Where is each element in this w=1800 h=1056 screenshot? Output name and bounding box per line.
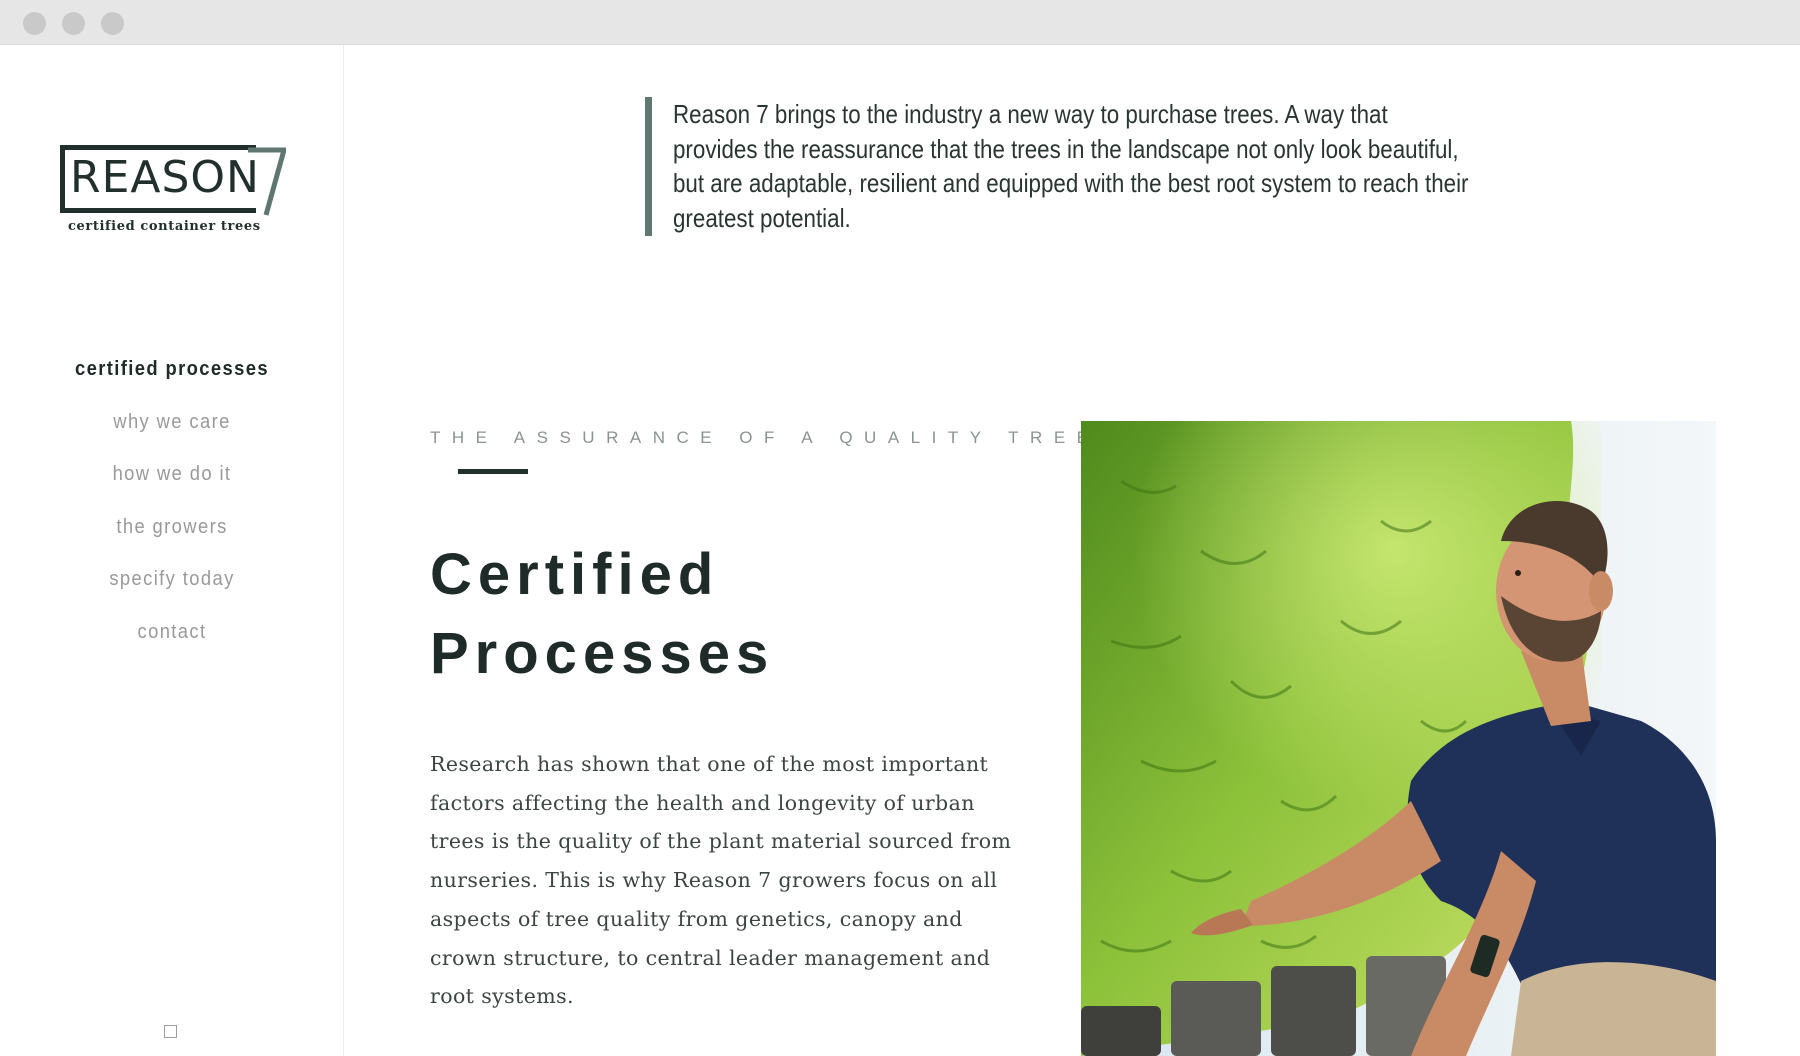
intro-quote: Reason 7 brings to the industry a new wa… [645,97,1469,236]
grower-photo [1081,421,1716,1056]
page-title-line-2: Processes [430,621,775,686]
nav-item-why-we-care[interactable]: why we care [14,396,330,449]
logo-seven-mark [248,147,286,216]
main-nav: certified processes why we care how we d… [0,343,344,658]
sidebar: REASON certified container trees certifi… [0,45,344,1056]
section-body-text: Research has shown that one of the most … [430,752,1012,1009]
logo-wordmark: REASON [70,152,260,203]
eyebrow-divider [458,469,528,474]
nav-item-the-growers[interactable]: the growers [14,501,330,554]
section-eyebrow: THE ASSURANCE OF A QUALITY TREE [430,428,1100,447]
nav-item-contact[interactable]: contact [14,606,330,659]
page-title-line-1: Certified [430,542,720,607]
brand-logo[interactable]: REASON certified container trees [60,145,286,241]
window-maximize-dot[interactable] [101,12,124,35]
logo-tagline: certified container trees [68,219,261,234]
grower-photo-illustration [1081,421,1716,1056]
window-minimize-dot[interactable] [62,12,85,35]
browser-chrome [0,0,1800,45]
intro-quote-text: Reason 7 brings to the industry a new wa… [673,99,1469,233]
square-icon[interactable] [164,1025,177,1038]
window-close-dot[interactable] [23,12,46,35]
nav-item-specify-today[interactable]: specify today [14,553,330,606]
nav-item-how-we-do-it[interactable]: how we do it [14,448,330,501]
page-title: Certified Processes [430,535,870,693]
nav-item-certified-processes[interactable]: certified processes [14,343,330,396]
